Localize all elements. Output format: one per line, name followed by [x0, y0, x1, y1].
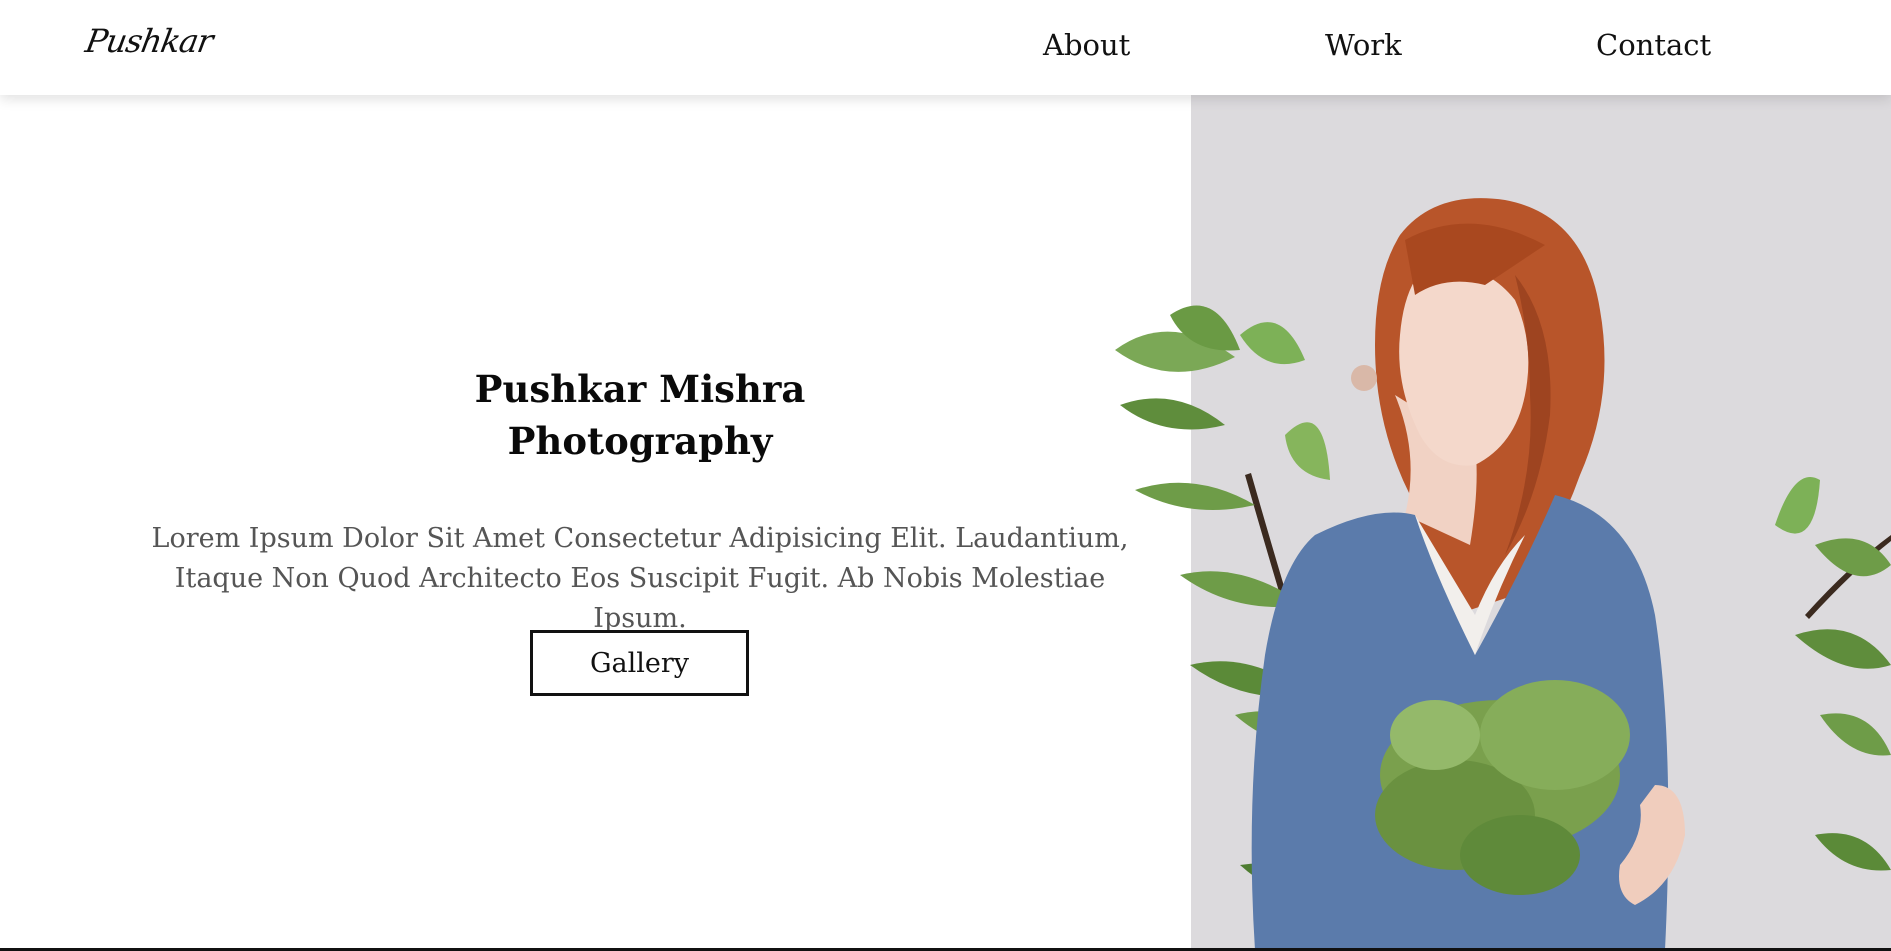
- nav-about-link[interactable]: About: [1043, 28, 1130, 62]
- nav-contact-link[interactable]: Contact: [1596, 28, 1711, 62]
- hero-description-line1: Lorem Ipsum Dolor Sit Amet Consectetur A…: [151, 523, 1129, 554]
- earring: [1351, 365, 1377, 391]
- hero-photo: [1075, 95, 1891, 950]
- site-header: Pushkar About Work Contact: [0, 0, 1891, 95]
- hero-title-line2: Photography: [507, 419, 773, 463]
- nav-work-link[interactable]: Work: [1325, 28, 1402, 62]
- hero-description: Lorem Ipsum Dolor Sit Amet Consectetur A…: [135, 519, 1145, 639]
- hero-section: Pushkar Mishra Photography Lorem Ipsum D…: [0, 95, 1191, 950]
- hero-description-line2: Itaque Non Quod Architecto Eos Suscipit …: [174, 563, 1106, 634]
- hero-title: Pushkar Mishra Photography: [340, 363, 940, 467]
- site-logo[interactable]: Pushkar: [83, 22, 216, 60]
- woman-with-flowers-photo: [1115, 95, 1891, 950]
- hero-title-line1: Pushkar Mishra: [474, 367, 806, 411]
- gallery-button[interactable]: Gallery: [530, 630, 749, 696]
